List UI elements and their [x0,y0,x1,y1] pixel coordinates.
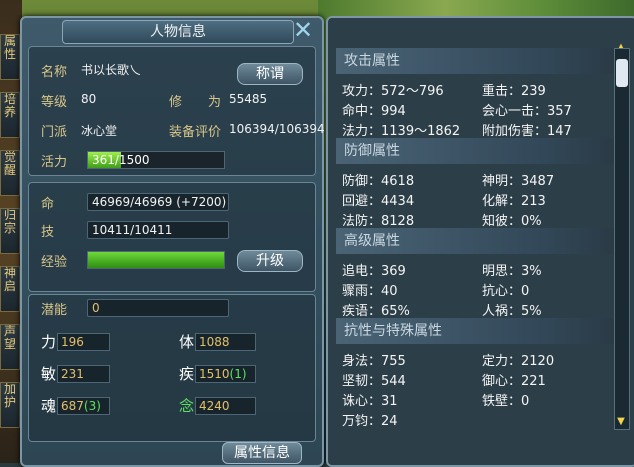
attr-agility: 身法：755 [342,354,406,369]
life-value: 46969/46969 (+7200) [87,193,229,211]
potential-value: 0 [87,299,229,317]
exp-label: 经验 [41,255,68,270]
attr-insight: 知彼：0% [482,214,542,229]
agility-label: 敏 [41,365,57,383]
special-header: 抗性与特殊属性 [336,318,620,344]
defense-header: 防御属性 [336,138,620,164]
attr-attack-power: 攻力：572～796 [342,84,444,99]
attr-defense: 防御：4618 [342,174,415,189]
attr-guard-heart: 御心：221 [482,374,546,389]
equip-rating-label: 装备评价 [169,125,222,140]
agility-value: 231 [57,365,110,383]
sect-value: 冰心堂 [81,124,118,138]
level-value: 80 [81,92,97,106]
attr-toughness: 坚韧：544 [342,374,406,389]
attr-evasion: 回避：4434 [342,194,415,209]
attr-resist-heart: 抗心：0 [482,284,530,299]
vitality-bar: 361/1500 [87,151,225,169]
exp-bar [87,251,225,269]
attack-header: 攻击属性 [336,48,620,74]
sect-label: 门派 [41,125,68,140]
tab-revelation[interactable]: 神启 [0,266,20,312]
attr-chase: 追电：369 [342,264,406,279]
constitution-value: 1088 [195,333,256,351]
scrollbar[interactable] [614,48,630,430]
attr-iron-wall: 铁壁：0 [482,394,530,409]
mind-value: 4240 [195,397,256,415]
panel-title: 人物信息 [62,20,294,44]
attr-pierce-heart: 诛心：31 [342,394,398,409]
attr-swift-chant: 疾语：65% [342,304,410,319]
soul-value: 687(3) [57,397,110,415]
attr-accuracy: 命中：994 [342,104,406,119]
attr-composure: 定力：2120 [482,354,555,369]
close-icon[interactable]: ✕ [292,18,314,42]
constitution-label: 体 [179,333,195,351]
level-label: 等级 [41,95,68,110]
attr-clarity: 明思：3% [482,264,542,279]
name-value: 书以长歌乀 [81,63,142,77]
attr-magic-defense: 法防：8128 [342,214,415,229]
soul-number: 687 [61,399,84,413]
speed-bonus: (1) [229,367,247,381]
advanced-header: 高级属性 [336,228,620,254]
character-info-panel: 人物信息 ✕ 名称 书以长歌乀 称谓 等级 80 修 为 55485 门派 冰心… [20,16,325,467]
name-label: 名称 [41,65,68,80]
mind-label: 念 [179,397,195,415]
attr-calamity: 人祸：5% [482,304,542,319]
potential-label: 潜能 [41,303,68,318]
strength-label: 力 [41,333,57,351]
tab-attributes[interactable]: 属性 [0,34,20,80]
arrow-down-icon[interactable]: ▼ [614,416,628,428]
life-label: 命 [41,197,55,212]
scrollbar-thumb[interactable] [616,59,628,87]
soul-bonus: (3) [83,399,101,413]
attr-extra-damage: 附加伤害：147 [482,124,572,139]
attr-resolve: 化解：213 [482,194,546,209]
soul-label: 魂 [41,397,57,415]
attr-divine: 神明：3487 [482,174,555,189]
basic-info-box: 名称 书以长歌乀 称谓 等级 80 修 为 55485 门派 冰心堂 装备评价 … [28,46,325,176]
attr-thunder: 万钧：24 [342,414,398,429]
tab-awaken[interactable]: 觉醒 [0,150,20,196]
speed-label: 疾 [179,365,195,383]
vitals-box: 命 46969/46969 (+7200) 技 10411/10411 经验 升… [28,182,316,292]
skill-label: 技 [41,225,55,240]
equip-rating-value: 106394/106394 [229,122,325,136]
attribute-info-button[interactable]: 属性信息 [222,442,302,464]
cultivation-value: 55485 [229,92,268,106]
title-button[interactable]: 称谓 [237,63,303,85]
tab-protection[interactable]: 加护 [0,382,20,428]
speed-number: 1510 [199,367,230,381]
attr-magic: 法力：1139～1862 [342,124,461,139]
attributes-panel: 攻击属性 攻力：572～796 重击：239 命中：994 会心一击：357 法… [326,16,634,467]
upgrade-button[interactable]: 升级 [237,250,303,272]
speed-value: 1510(1) [195,365,256,383]
tab-return[interactable]: 归宗 [0,208,20,254]
tab-cultivate[interactable]: 培养 [0,92,20,138]
attr-downpour: 骤雨：40 [342,284,398,299]
attr-heavy-hit: 重击：239 [482,84,546,99]
exp-bar-fill [88,252,224,268]
stats-box: 潜能 0 力 196 体 1088 敏 231 疾 1510(1) 魂 687(… [28,294,316,442]
attr-critical: 会心一击：357 [482,104,572,119]
tab-reputation[interactable]: 声望 [0,324,20,370]
strength-value: 196 [57,333,110,351]
cultivation-label: 修 为 [169,95,222,110]
vitality-value: 361/1500 [92,153,150,167]
vitality-label: 活力 [41,155,68,170]
skill-value: 10411/10411 [87,221,229,239]
